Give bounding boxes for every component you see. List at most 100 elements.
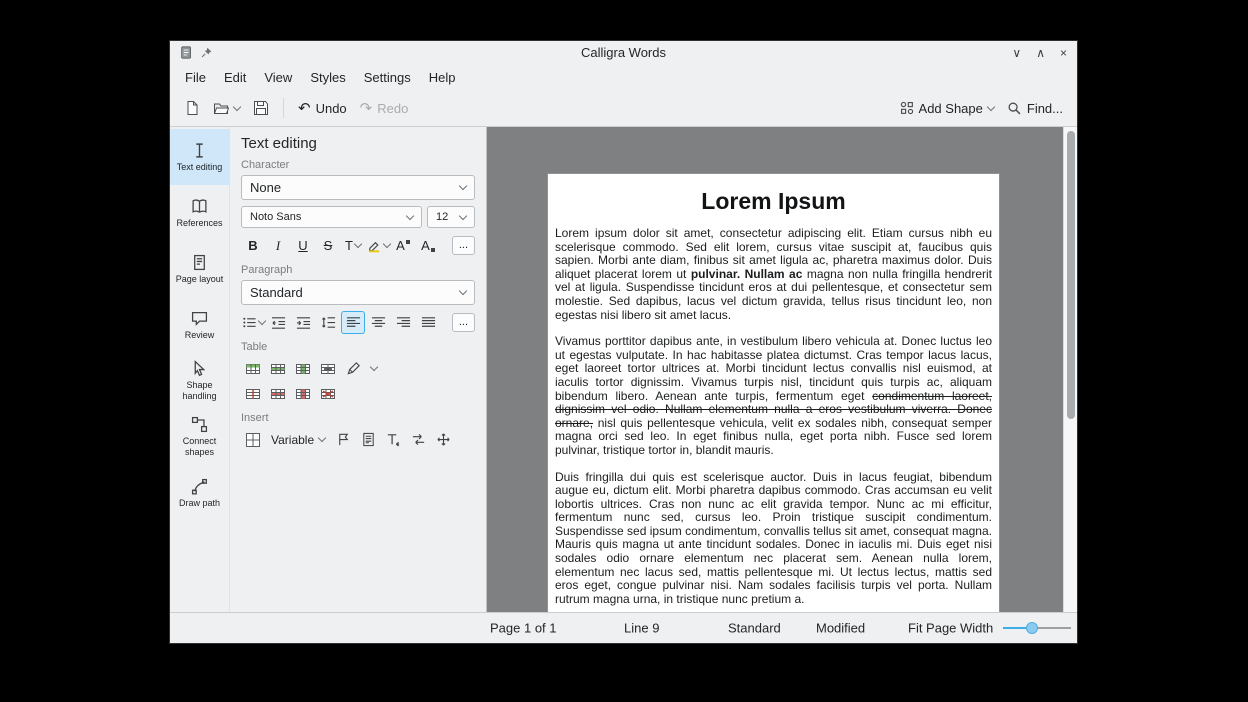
document-paragraph[interactable]: Duis fringilla dui quis est scelerisque … (555, 471, 992, 607)
delete-table-button[interactable] (316, 382, 340, 405)
character-style-value: None (250, 180, 281, 195)
align-center-button[interactable] (366, 311, 390, 334)
find-label: Find... (1027, 101, 1063, 116)
minimize-button[interactable]: ∨ (1012, 47, 1021, 59)
paragraph-more-button[interactable]: ... (452, 313, 475, 332)
menu-edit[interactable]: Edit (215, 66, 255, 89)
insert-index-button[interactable] (241, 428, 265, 451)
menu-styles[interactable]: Styles (301, 66, 354, 89)
change-case-button[interactable]: T (341, 234, 365, 257)
sidebar-tab-connect-shapes[interactable]: Connect shapes (170, 409, 229, 465)
shape-handling-icon (191, 360, 208, 377)
section-label-insert: Insert (241, 412, 475, 424)
new-document-icon (184, 100, 200, 116)
page-break-button[interactable] (406, 428, 430, 451)
align-justify-button[interactable] (416, 311, 440, 334)
insert-table-button[interactable] (241, 357, 265, 380)
vertical-scrollbar[interactable] (1063, 127, 1077, 612)
sidebar-tab-shape-handling[interactable]: Shape handling (170, 353, 229, 409)
footnote-button[interactable] (356, 428, 380, 451)
pin-icon[interactable] (200, 46, 213, 59)
zoom-slider-fill (1003, 627, 1027, 629)
bold-button[interactable]: B (241, 234, 265, 257)
open-document-button[interactable] (208, 96, 245, 120)
menu-file[interactable]: File (176, 66, 215, 89)
main-toolbar: ↶ Undo ↷ Redo Add Shape Find... (170, 90, 1077, 127)
undo-label: Undo (316, 101, 347, 116)
undo-button[interactable]: ↶ Undo (293, 97, 352, 120)
close-button[interactable]: × (1060, 47, 1067, 59)
insert-table-icon (245, 361, 261, 377)
add-shape-button[interactable]: Add Shape (895, 97, 999, 120)
delete-row-button[interactable] (266, 382, 290, 405)
menu-view[interactable]: View (255, 66, 301, 89)
zoom-slider[interactable] (1003, 613, 1071, 643)
references-icon (191, 198, 208, 215)
decrease-indent-button[interactable] (266, 311, 290, 334)
align-left-button[interactable] (341, 311, 365, 334)
chevron-down-icon (459, 211, 467, 219)
sidebar-tab-label: Shape handling (170, 380, 229, 402)
sidebar-tab-references[interactable]: References (170, 185, 229, 241)
variable-select[interactable]: Variable (266, 430, 330, 450)
tool-options-panel: Text editing Character None Noto Sans 12… (229, 127, 487, 612)
change-case-label: T (345, 238, 353, 253)
document-body[interactable]: Lorem ipsum dolor sit amet, consectetur … (555, 227, 992, 612)
merge-cells-button[interactable] (316, 357, 340, 380)
maximize-button[interactable]: ∧ (1036, 47, 1045, 59)
window-titlebar[interactable]: Calligra Words ∨ ∧ × (170, 41, 1077, 64)
menu-help[interactable]: Help (420, 66, 465, 89)
insert-column-button[interactable] (291, 357, 315, 380)
font-family-select[interactable]: Noto Sans (241, 206, 422, 228)
line-spacing-button[interactable] (316, 311, 340, 334)
menu-settings[interactable]: Settings (355, 66, 420, 89)
zoom-slider-thumb[interactable] (1026, 622, 1038, 634)
sidebar-tab-text-editing[interactable]: Text editing (170, 129, 229, 185)
table-border-dropdown[interactable] (366, 357, 380, 380)
highlight-color-button[interactable] (366, 234, 390, 257)
increase-indent-button[interactable] (291, 311, 315, 334)
table-border-pen-button[interactable] (341, 357, 365, 380)
delete-column-button[interactable] (291, 382, 315, 405)
zoom-mode-button[interactable]: Fit Page Width (908, 621, 993, 636)
font-size-select[interactable]: 12 (427, 206, 475, 228)
split-cells-button[interactable] (241, 382, 265, 405)
document-paragraph[interactable]: Lorem ipsum dolor sit amet, consectetur … (555, 227, 992, 322)
strikethrough-button[interactable]: S (316, 234, 340, 257)
paragraph-style-select[interactable]: Standard (241, 280, 475, 305)
sidebar-tab-label: Page layout (174, 274, 226, 285)
align-right-button[interactable] (391, 311, 415, 334)
anchor-button[interactable] (431, 428, 455, 451)
document-title[interactable]: Lorem Ipsum (555, 188, 992, 215)
insert-row-button[interactable] (266, 357, 290, 380)
footnote-icon (361, 432, 376, 447)
underline-button[interactable]: U (291, 234, 315, 257)
subscript-button[interactable]: A (416, 234, 440, 257)
undo-icon: ↶ (298, 101, 311, 116)
character-style-select[interactable]: None (241, 175, 475, 200)
character-more-button[interactable]: ... (452, 236, 475, 255)
index-icon (245, 432, 261, 448)
document-paragraph[interactable]: Vivamus porttitor dapibus ante, in vesti… (555, 335, 992, 457)
superscript-button[interactable]: A (391, 234, 415, 257)
chevron-down-icon (257, 317, 265, 325)
italic-button[interactable]: I (266, 234, 290, 257)
redo-button[interactable]: ↷ Redo (355, 97, 414, 120)
list-style-button[interactable] (241, 311, 265, 334)
chevron-down-icon (459, 182, 467, 190)
text-reference-button[interactable] (381, 428, 405, 451)
save-button[interactable] (248, 96, 274, 120)
connect-shapes-icon (191, 416, 208, 433)
find-button[interactable]: Find... (1002, 97, 1068, 120)
bookmark-button[interactable] (331, 428, 355, 451)
decrease-indent-icon (271, 315, 286, 330)
new-document-button[interactable] (179, 96, 205, 120)
sidebar-tab-draw-path[interactable]: Draw path (170, 465, 229, 521)
sidebar-tab-review[interactable]: Review (170, 297, 229, 353)
dock-tab-strip: Text editing References Page layout Revi… (170, 127, 229, 612)
chevron-down-icon (459, 287, 467, 295)
save-icon (253, 100, 269, 116)
document-page[interactable]: Lorem Ipsum Lorem ipsum dolor sit amet, … (547, 173, 1000, 612)
scrollbar-thumb[interactable] (1067, 131, 1075, 419)
sidebar-tab-page-layout[interactable]: Page layout (170, 241, 229, 297)
